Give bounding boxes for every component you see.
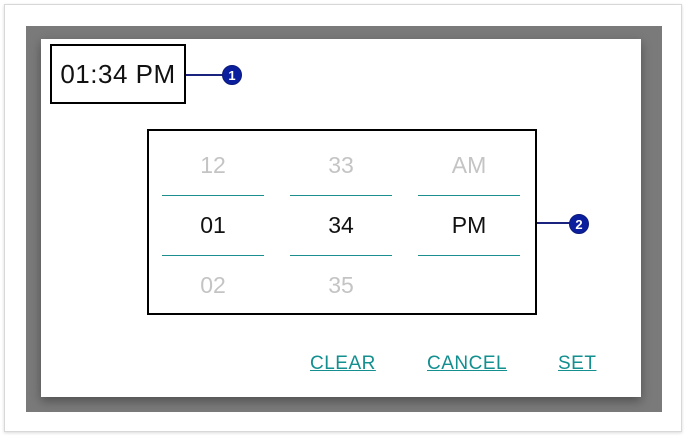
minute-next[interactable]: 35 xyxy=(290,265,392,305)
time-wheel-picker: 12 01 02 33 34 35 AM PM xyxy=(147,129,537,315)
callout-1-number: 1 xyxy=(228,67,236,83)
callout-1-badge: 1 xyxy=(222,65,242,85)
hour-column[interactable]: 12 01 02 xyxy=(162,131,264,313)
period-divider-top xyxy=(418,195,520,196)
hour-prev[interactable]: 12 xyxy=(162,145,264,185)
hour-divider-bottom xyxy=(162,255,264,256)
minute-column[interactable]: 33 34 35 xyxy=(290,131,392,313)
callout-2-badge: 2 xyxy=(569,214,589,234)
callout-1-line xyxy=(186,74,224,76)
clear-button[interactable]: CLEAR xyxy=(310,353,376,375)
hour-divider-top xyxy=(162,195,264,196)
period-column[interactable]: AM PM xyxy=(418,131,520,313)
period-next[interactable] xyxy=(418,265,520,305)
cancel-button[interactable]: CANCEL xyxy=(427,353,507,375)
minute-divider-top xyxy=(290,195,392,196)
minute-divider-bottom xyxy=(290,255,392,256)
hour-selected[interactable]: 01 xyxy=(162,205,264,245)
minute-prev[interactable]: 33 xyxy=(290,145,392,185)
selected-time-display: 01:34 PM xyxy=(50,44,186,104)
set-button[interactable]: SET xyxy=(558,353,596,375)
period-prev[interactable]: AM xyxy=(418,145,520,185)
minute-selected[interactable]: 34 xyxy=(290,205,392,245)
callout-2-line xyxy=(537,222,571,224)
callout-2-number: 2 xyxy=(575,216,583,232)
selected-time-text: 01:34 PM xyxy=(60,58,176,89)
period-selected[interactable]: PM xyxy=(418,205,520,245)
period-divider-bottom xyxy=(418,255,520,256)
hour-next[interactable]: 02 xyxy=(162,265,264,305)
